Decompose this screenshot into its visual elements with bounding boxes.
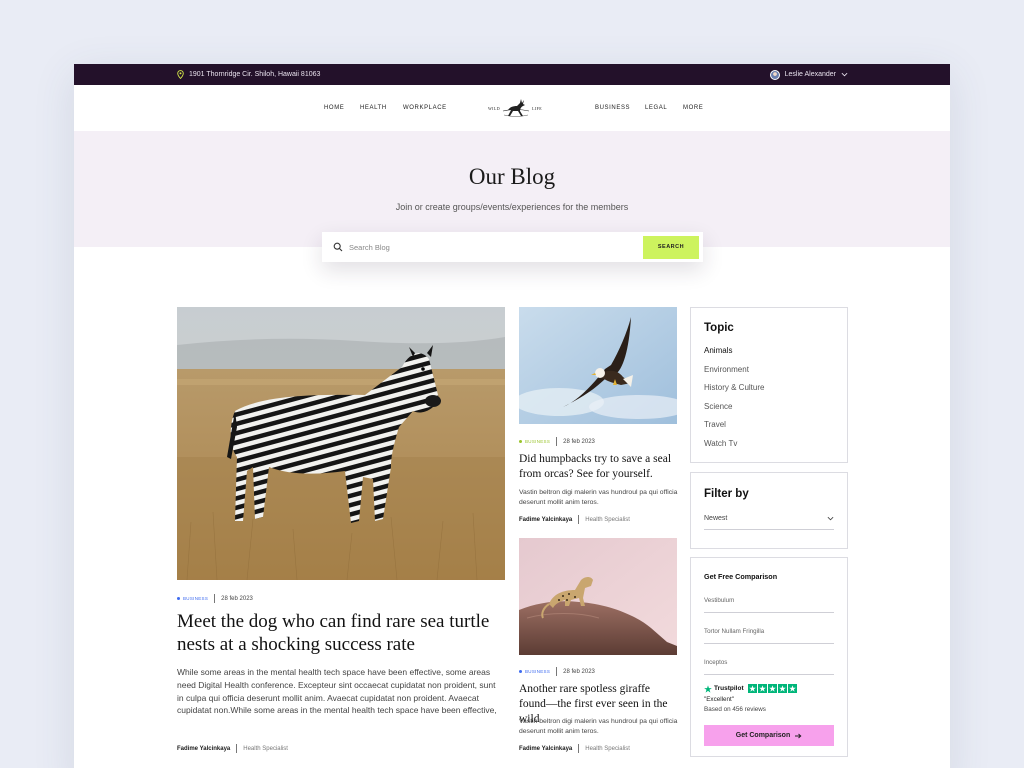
divider xyxy=(556,667,558,676)
chevron-down-icon xyxy=(841,72,848,77)
location-pin-icon xyxy=(177,70,184,79)
wildlife-logo[interactable]: WILD LIFE xyxy=(487,94,545,124)
eagle-image[interactable] xyxy=(519,307,677,424)
zebra-image[interactable] xyxy=(177,307,505,580)
trustpilot-label: Trustpilot xyxy=(714,685,744,692)
post-date: 28 feb 2023 xyxy=(563,668,595,675)
divider xyxy=(236,744,238,753)
search-input[interactable] xyxy=(349,242,643,252)
post-excerpt: Vastin beltron digi malerin vas hundroul… xyxy=(519,718,678,736)
nav-health[interactable]: HEALTH xyxy=(360,105,387,111)
chevron-down-icon xyxy=(827,516,834,521)
trustpilot-rating: Trustpilot xyxy=(704,684,834,693)
author-role: Health Specialist xyxy=(585,516,630,523)
category-tag[interactable]: BUSINESS xyxy=(177,596,208,601)
star-rating xyxy=(747,684,797,693)
top-bar: 1901 Thornridge Cir. Shiloh, Hawaii 8106… xyxy=(74,64,950,85)
post-date: 28 feb 2023 xyxy=(221,595,253,602)
post-title[interactable]: Meet the dog who can find rare sea turtl… xyxy=(177,610,497,656)
author-name[interactable]: Fadime Yalcinkaya xyxy=(519,517,572,523)
trustpilot-star-icon xyxy=(704,684,712,693)
get-comparison-label: Get Comparison xyxy=(735,732,791,739)
search-button[interactable]: SEARCH xyxy=(643,235,699,259)
page-title: Our Blog xyxy=(468,164,556,189)
post-excerpt: Vastin beltron digi malerin vas hundroul… xyxy=(519,489,678,507)
hero-section: Our Blog Join or create groups/events/ex… xyxy=(74,131,950,247)
nav-workplace[interactable]: WORKPLACE xyxy=(403,105,447,111)
filter-heading: Filter by xyxy=(704,488,749,500)
sort-select[interactable]: Newest xyxy=(704,515,834,530)
trustpilot-star-box-icon xyxy=(757,684,767,693)
author-name[interactable]: Fadime Yalcinkaya xyxy=(519,746,572,752)
topic-list: Animals Environment History & Culture Sc… xyxy=(704,346,834,448)
tag-dot xyxy=(177,597,180,600)
review-count: Based on 456 reviews xyxy=(704,706,766,713)
user-menu[interactable]: Leslie Alexander xyxy=(769,69,848,80)
trustpilot-star-box-icon xyxy=(787,684,797,693)
search-bar: SEARCH xyxy=(322,232,703,262)
get-comparison-button[interactable]: Get Comparison xyxy=(704,725,834,746)
logo-text-left: WILD xyxy=(488,106,500,111)
topic-item-watch-tv[interactable]: Watch Tv xyxy=(704,439,834,448)
author-role: Health Specialist xyxy=(585,745,630,752)
rating-text: "Excellent" xyxy=(704,696,735,703)
nav-legal[interactable]: LEGAL xyxy=(645,105,667,111)
post-author: Fadime Yalcinkaya Health Specialist xyxy=(177,744,288,753)
post-excerpt: While some areas in the mental health te… xyxy=(177,667,497,716)
search-icon xyxy=(333,242,343,252)
divider xyxy=(214,594,216,603)
logo-text-right: LIFE xyxy=(532,106,542,111)
author-role: Health Specialist xyxy=(243,745,288,752)
post-author: Fadime Yalcinkaya Health Specialist xyxy=(519,744,630,753)
topic-item-history-culture[interactable]: History & Culture xyxy=(704,383,834,392)
page-subtitle: Join or create groups/events/experiences… xyxy=(395,202,629,212)
divider xyxy=(578,515,580,524)
divider xyxy=(578,744,580,753)
user-name: Leslie Alexander xyxy=(784,71,836,78)
comparison-card: Get Free Comparison Vestibulum Tortor Nu… xyxy=(690,557,848,757)
category-tag[interactable]: BUSINESS xyxy=(519,669,550,674)
topic-heading: Topic xyxy=(704,322,734,334)
field-tortor-nullam-fringilla[interactable]: Tortor Nullam Fringilla xyxy=(704,628,834,644)
divider xyxy=(556,437,558,446)
avatar xyxy=(769,69,780,80)
topic-item-environment[interactable]: Environment xyxy=(704,365,834,374)
category-tag[interactable]: BUSINESS xyxy=(519,439,550,444)
nav-more[interactable]: MORE xyxy=(683,105,703,111)
post-meta: BUSINESS 28 feb 2023 xyxy=(519,667,595,676)
nav-business[interactable]: BUSINESS xyxy=(595,105,630,111)
trustpilot-star-box-icon xyxy=(767,684,777,693)
post-meta: BUSINESS 28 feb 2023 xyxy=(519,437,595,446)
trustpilot-star-box-icon xyxy=(747,684,757,693)
field-inceptos[interactable]: Inceptos xyxy=(704,659,834,675)
address-text: 1901 Thornridge Cir. Shiloh, Hawaii 8106… xyxy=(189,71,321,78)
nav-home[interactable]: HOME xyxy=(324,105,344,111)
topic-item-travel[interactable]: Travel xyxy=(704,420,834,429)
tag-label: BUSINESS xyxy=(183,596,209,601)
tag-label: BUSINESS xyxy=(525,669,551,674)
topic-item-animals[interactable]: Animals xyxy=(704,346,834,355)
filter-card: Filter by Newest xyxy=(690,472,848,549)
browser-page: 1901 Thornridge Cir. Shiloh, Hawaii 8106… xyxy=(74,64,950,768)
tag-label: BUSINESS xyxy=(525,439,551,444)
arrow-right-icon xyxy=(795,733,802,738)
trustpilot-star-box-icon xyxy=(777,684,787,693)
topic-item-science[interactable]: Science xyxy=(704,402,834,411)
main-nav: HOME HEALTH WORKPLACE WILD LIFE BUSINESS… xyxy=(74,85,950,131)
post-date: 28 feb 2023 xyxy=(563,438,595,445)
comparison-heading: Get Free Comparison xyxy=(704,572,778,581)
post-title[interactable]: Did humpbacks try to save a seal from or… xyxy=(519,452,677,482)
sort-select-value: Newest xyxy=(704,515,728,522)
post-meta: BUSINESS 28 feb 2023 xyxy=(177,594,253,603)
leopard-image[interactable] xyxy=(519,538,677,655)
address: 1901 Thornridge Cir. Shiloh, Hawaii 8106… xyxy=(177,70,320,79)
field-vestibulum[interactable]: Vestibulum xyxy=(704,597,834,613)
author-name[interactable]: Fadime Yalcinkaya xyxy=(177,746,230,752)
tag-dot xyxy=(519,670,522,673)
topic-card: Topic Animals Environment History & Cult… xyxy=(690,307,848,463)
tag-dot xyxy=(519,440,522,443)
post-author: Fadime Yalcinkaya Health Specialist xyxy=(519,515,630,524)
